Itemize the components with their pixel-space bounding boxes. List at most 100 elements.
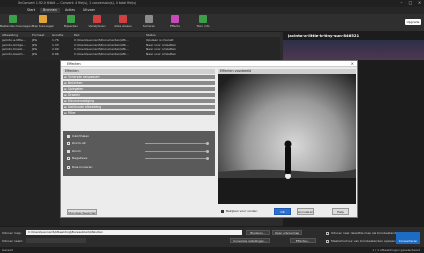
effect-saturation[interactable]: Kleurverzadiging [63,99,215,104]
ok-button[interactable]: OK [274,208,291,215]
effect-sharpness[interactable]: Scherpte aanpassen [63,75,215,80]
output-name-field[interactable] [26,238,86,243]
output-folder-field[interactable]: C:\Users\Leonard\Afbeelding\Bureaublad\A… [26,230,242,235]
effects-dialog: Effecten × Effecten Scherpte aanpassen B… [60,60,358,218]
slider-knob[interactable] [206,149,209,153]
option-row[interactable]: Negatieve [67,156,87,160]
clear-all-label: Alles wissen [114,24,132,28]
option-label: Ruis-invoeren [72,165,93,169]
dialog-title-bar: Effecten × [61,61,357,67]
menu-acties[interactable]: Acties [62,8,78,13]
title-bar: XnConvert 1.92.0 64bit — Convert: 4 file… [0,0,424,7]
option-row[interactable]: Ruis-invoeren [67,165,92,169]
dialog-title: Effecten [67,62,81,66]
option-row[interactable]: Zoom [67,149,81,153]
checkbox[interactable] [67,141,70,145]
col-size[interactable]: Grootte [52,33,63,37]
file-size: 0.96 [52,51,59,56]
checkbox[interactable] [221,209,224,213]
file-status: Naar voor omzetten [146,47,177,51]
output-name-label: Uitvoer naam: [2,239,24,243]
slider-knob[interactable] [206,156,209,160]
info-button[interactable]: Toon info [190,15,216,28]
menu-start[interactable]: Start [24,8,38,13]
auto-preview-option[interactable]: Bekijken voor vinden [221,209,257,213]
info-label: Toon info [196,24,210,28]
checkbox[interactable] [67,149,70,153]
effects-settings-button[interactable]: Effecten... [290,238,316,243]
minimize-icon[interactable]: – [399,1,404,5]
defaults-button[interactable]: Standaardwaarden [67,209,97,215]
effects-button[interactable]: Effects [162,15,188,28]
checkbox[interactable] [67,165,70,169]
checkbox[interactable] [67,156,70,160]
add-files-button[interactable]: Bestanden toevoegen [0,15,32,28]
option-row[interactable]: Zoom-uit [67,141,86,145]
option-label: Inkorthalen [72,134,89,138]
convert-button[interactable]: Converteren [396,232,420,244]
file-size: 1.33 [52,42,59,47]
menu-uitvoer[interactable]: Uitvoer [80,8,98,13]
col-path[interactable]: Pad [74,33,79,37]
refresh-icon [67,15,75,23]
add-folder-label: Map toevoegen [31,24,55,28]
browse-button[interactable]: Bladeren... [246,230,270,235]
refresh-button[interactable]: Bijwerken [58,15,84,28]
refresh-label: Bijwerken [63,24,79,28]
file-list: Afbeelding Formaat Grootte Pad Status ja… [0,32,280,60]
remove-label: Verwijderen [88,24,106,28]
add-folder-icon [39,15,47,23]
remove-button[interactable]: Verwijderen [84,15,110,28]
effect-filter[interactable]: Filter [63,111,215,116]
slider-knob[interactable] [206,141,209,145]
zoom-slider[interactable] [145,149,209,153]
negative-slider[interactable] [145,156,209,160]
upgrade-button[interactable]: Upgrade [405,19,421,25]
effects-header: Effecten [63,69,215,74]
add-files-icon [9,15,17,23]
clear-all-icon [119,15,127,23]
same-folder-option[interactable]: Uitvoer naar dezelfde map als bronbestan… [326,231,400,235]
file-name: jacinto-a-little... [2,38,26,42]
option-row[interactable]: Inkorthalen [67,134,89,138]
effect-rotate[interactable]: Draaien [63,93,215,98]
close-icon[interactable]: × [417,1,422,5]
help-button[interactable]: Help [332,208,349,215]
filter-options: Inkorthalen Zoom-uit Zoom Negatieve Ruis… [63,131,215,176]
maximize-icon[interactable]: □ [408,1,413,5]
clear-all-button[interactable]: Alles wissen [110,15,136,28]
close-icon[interactable]: × [351,61,354,66]
effect-mirror[interactable]: Spiegelen [63,87,215,92]
auto-preview-label: Bekijken voor vinden [226,209,258,213]
preview-title: jacinto-a-little-b-tiny-sun-846521 [288,33,360,38]
effect-exposure[interactable]: Belichten [63,81,215,86]
left-pane [0,60,60,230]
effects-label: Effects [170,24,180,28]
cancel-button[interactable]: Annuleren [297,208,314,215]
file-name: jacinto-beach... [2,51,26,56]
checkbox[interactable] [326,239,329,243]
open-output-folder-button[interactable]: Open uitvoermap [272,230,302,235]
sort-button[interactable]: Sorteren [136,15,162,28]
effect-colored-image[interactable]: Gekleurde afbeelding [63,105,215,110]
keep-structure-option[interactable]: Maakstructuur van bronbestanden opslaan [326,239,396,243]
file-format: JPG [32,51,38,56]
conversion-settings-button[interactable]: Conversie instellingen... [230,238,270,243]
file-format: JPG [32,47,38,51]
file-name: jacinto-forest... [2,47,25,51]
file-path: C:\Users\Leonard\Documenten\Afb... [74,38,129,42]
effects-icon [171,15,179,23]
menu-bronnen[interactable]: Bronnen [40,8,60,13]
main-image-preview [358,60,424,210]
file-list-header: Afbeelding Formaat Grootte Pad Status [0,32,280,37]
col-format[interactable]: Formaat [32,33,44,37]
checkbox[interactable] [326,231,329,235]
zoom-out-slider[interactable] [145,141,209,145]
toolbar: Bestanden toevoegen Map toevoegen Bijwer… [0,14,424,32]
col-image[interactable]: Afbeelding [2,33,18,37]
table-row[interactable]: jacinto-beach... JPG 0.96 C:\Users\Leona… [0,52,280,56]
checkbox[interactable] [67,134,70,138]
window-title: XnConvert 1.92.0 64bit — Convert: 4 file… [18,1,137,5]
col-status[interactable]: Status [146,33,156,37]
add-folder-button[interactable]: Map toevoegen [30,15,56,28]
